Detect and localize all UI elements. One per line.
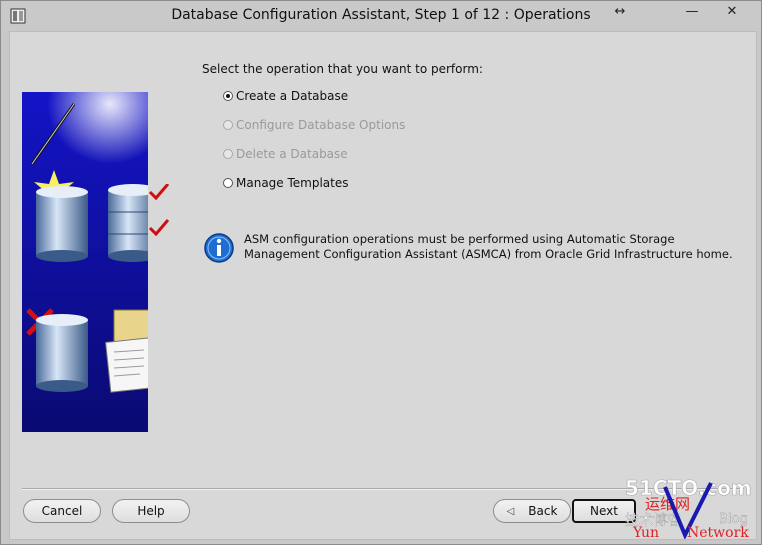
minimize-button[interactable]: — <box>677 1 707 23</box>
dbca-window: Database Configuration Assistant, Step 1… <box>0 0 762 545</box>
option-label: Configure Database Options <box>236 118 406 132</box>
option-label: Delete a Database <box>236 147 348 161</box>
radio-create-database[interactable] <box>223 91 233 101</box>
radio-delete-database[interactable] <box>223 149 233 159</box>
help-button[interactable]: Help <box>112 499 190 523</box>
back-label: Back <box>528 504 558 518</box>
option-label: Create a Database <box>236 89 349 103</box>
option-manage-templates[interactable]: Manage Templates <box>223 176 349 190</box>
database-cylinder-3 <box>36 314 88 392</box>
option-configure-database-options[interactable]: Configure Database Options <box>223 118 405 132</box>
option-label: Manage Templates <box>236 176 349 190</box>
option-delete-database[interactable]: Delete a Database <box>223 147 348 161</box>
info-line-2: Management Configuration Assistant (ASMC… <box>244 247 733 261</box>
resize-icon[interactable]: ↔ <box>607 1 633 23</box>
back-button[interactable]: ◁ Back <box>493 499 571 523</box>
red-checkmark-icons <box>148 184 170 237</box>
window-title: Database Configuration Assistant, Step 1… <box>171 7 591 23</box>
back-arrow-icon: ◁ <box>506 505 515 517</box>
option-create-database[interactable]: Create a Database <box>223 89 348 103</box>
dbca-illustration <box>22 92 148 432</box>
radio-manage-templates[interactable] <box>223 178 233 188</box>
next-label: Next <box>590 504 618 518</box>
close-button[interactable]: ✕ <box>717 1 747 23</box>
info-line-1: ASM configuration operations must be per… <box>244 232 675 246</box>
info-icon <box>204 233 234 263</box>
database-cylinder-2 <box>108 184 148 262</box>
asm-info-message: ASM configuration operations must be per… <box>244 232 744 262</box>
cancel-button[interactable]: Cancel <box>23 499 101 523</box>
next-button[interactable]: Next <box>572 499 636 523</box>
radio-configure-database-options[interactable] <box>223 120 233 130</box>
dialog-content: Select the operation that you want to pe… <box>9 31 757 540</box>
button-separator <box>22 488 744 490</box>
database-cylinder-1 <box>36 186 88 262</box>
title-bar: Database Configuration Assistant, Step 1… <box>1 1 761 31</box>
operation-prompt: Select the operation that you want to pe… <box>202 62 483 76</box>
